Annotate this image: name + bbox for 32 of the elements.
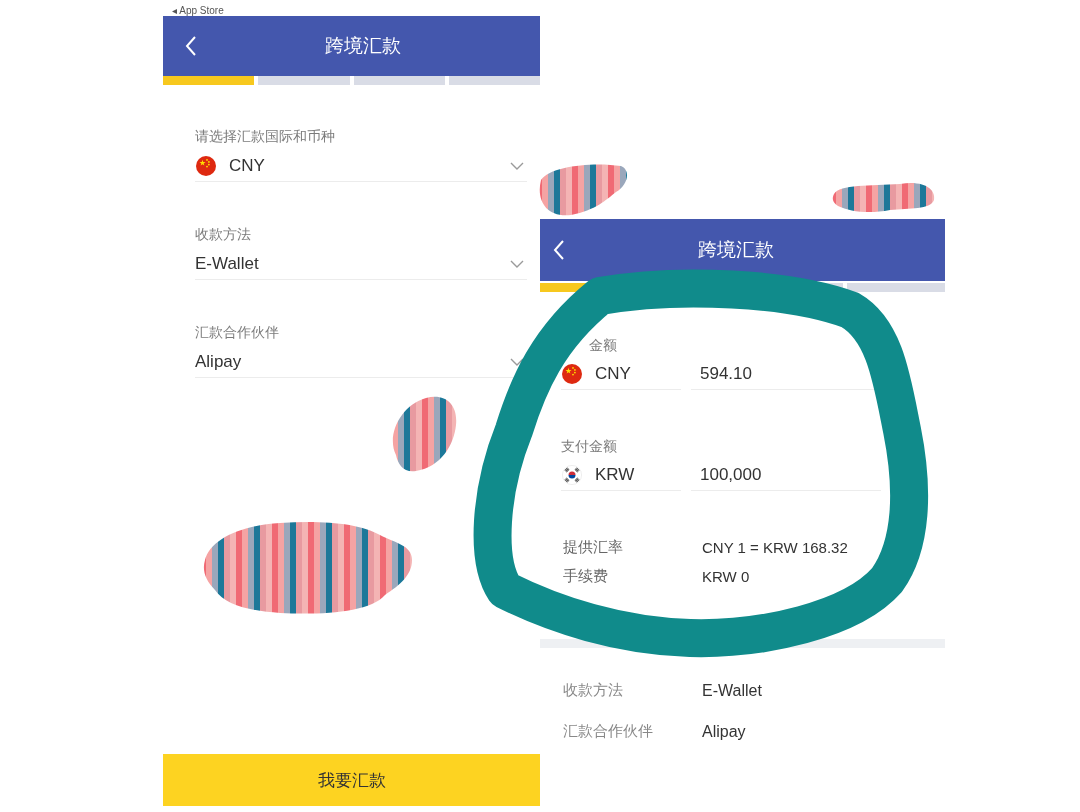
info-label: 手续费 [563, 567, 609, 586]
field-label: 汇款合作伙伴 [195, 323, 279, 342]
amount-field[interactable]: 100,000 [691, 460, 881, 491]
field-label: 请选择汇款国际和币种 [195, 127, 335, 146]
currency-select[interactable]: KRW [561, 460, 681, 491]
info-label: 提供汇率 [563, 538, 624, 557]
info-value: Alipay [702, 722, 746, 741]
field-label: 金额 [589, 336, 617, 355]
info-value: E-Wallet [702, 681, 762, 700]
china-flag-icon [196, 156, 216, 176]
field-label: 支付金额 [561, 437, 617, 456]
screen-title: 跨境汇款 [698, 238, 774, 262]
select-field[interactable]: CNY [195, 151, 527, 182]
info-value: CNY 1 = KRW 168.32 [702, 539, 848, 556]
back-icon[interactable] [185, 36, 197, 56]
korea-flag-icon [562, 465, 582, 485]
select-field[interactable]: Alipay [195, 347, 527, 378]
currency-select[interactable]: CNY [561, 359, 681, 390]
china-flag-icon [562, 364, 582, 384]
info-label: 汇款合作伙伴 [563, 722, 654, 741]
select-field[interactable]: E-Wallet [195, 249, 527, 280]
chevron-down-icon [510, 162, 524, 170]
field-label: 收款方法 [195, 225, 251, 244]
info-label: 收款方法 [563, 681, 624, 700]
screen-title: 跨境汇款 [325, 34, 401, 58]
back-icon[interactable] [553, 240, 565, 260]
info-value: KRW 0 [702, 568, 750, 585]
back-link[interactable]: ◂ App Store [172, 5, 224, 16]
submit-button[interactable]: 我要汇款 [163, 754, 540, 806]
amount-field[interactable]: 594.10 [691, 359, 881, 390]
chevron-down-icon [510, 358, 524, 366]
chevron-down-icon [510, 260, 524, 268]
